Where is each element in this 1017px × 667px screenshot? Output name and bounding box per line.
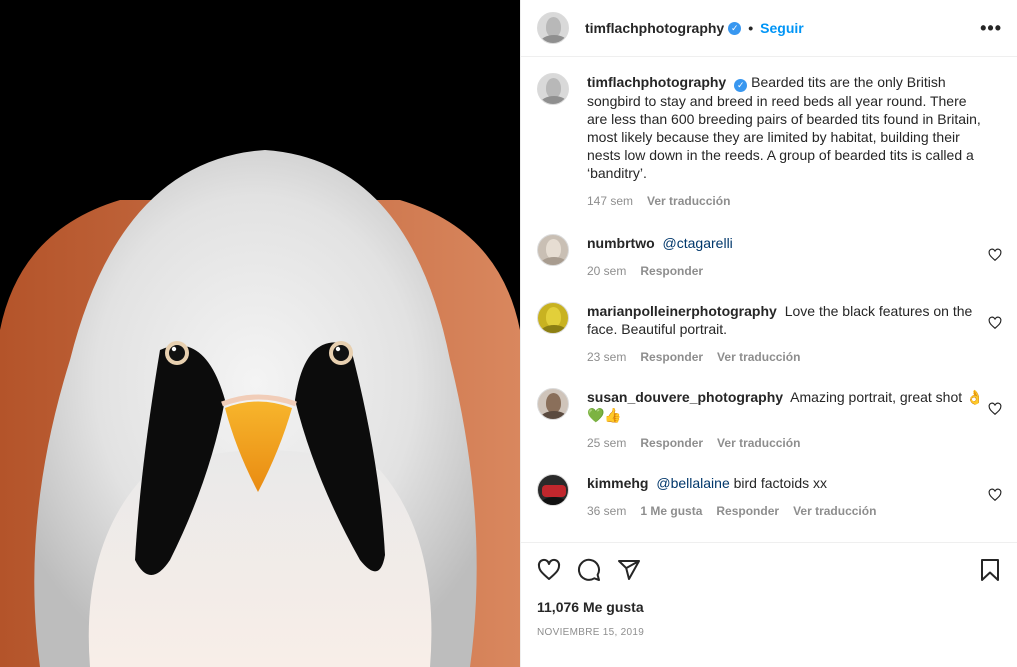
caption-username[interactable]: timflachphotography [587, 74, 726, 90]
comment-mention[interactable]: @bellalaine [656, 475, 729, 491]
caption-text: Bearded tits are the only British songbi… [587, 74, 981, 181]
comment-text: bird factoids xx [729, 475, 827, 491]
comment-username[interactable]: marianpolleinerphotography [587, 303, 777, 319]
verified-badge-icon: ✓ [728, 21, 742, 35]
comment-username[interactable]: kimmehg [587, 475, 648, 491]
comment-like-heart-icon[interactable] [988, 248, 1002, 262]
post-panel: timflachphotography ✓ • Seguir ••• timfl… [520, 0, 1017, 667]
action-icons [537, 543, 1002, 597]
comments-list[interactable]: timflachphotography ✓ Bearded tits are th… [521, 57, 1017, 542]
translate-button[interactable]: Ver traducción [717, 348, 800, 366]
comment-like-heart-icon[interactable] [988, 316, 1002, 330]
bearded-tit-photo [0, 0, 520, 667]
post-date[interactable]: NOVIEMBRE 15, 2019 [537, 627, 1002, 638]
comment-age[interactable]: 36 sem [587, 502, 626, 520]
heart-icon[interactable] [537, 558, 561, 582]
comment-icon[interactable] [577, 558, 601, 582]
reply-button[interactable]: Responder [640, 262, 703, 280]
comment-like-heart-icon[interactable] [988, 488, 1002, 502]
comment-meta: 36 sem 1 Me gusta Responder Ver traducci… [587, 502, 987, 520]
comment-like-heart-icon[interactable] [988, 402, 1002, 416]
comment-username[interactable]: numbrtwo [587, 235, 655, 251]
caption-meta: 147 sem Ver traducción [587, 192, 987, 210]
comment-item: marianpolleinerphotography Love the blac… [537, 302, 1002, 366]
comment-meta: 23 sem Responder Ver traducción [587, 348, 987, 366]
verified-badge-icon: ✓ [734, 79, 748, 92]
separator-dot: • [748, 20, 754, 36]
likes-count[interactable]: 11,076 Me gusta [537, 599, 1002, 615]
share-icon[interactable] [617, 558, 641, 582]
caption-age[interactable]: 147 sem [587, 192, 633, 210]
post-actions: 11,076 Me gusta NOVIEMBRE 15, 2019 [521, 542, 1017, 667]
bookmark-icon[interactable] [978, 558, 1002, 582]
comment-age[interactable]: 20 sem [587, 262, 626, 280]
author-username[interactable]: timflachphotography [585, 20, 724, 36]
comment-meta: 25 sem Responder Ver traducción [587, 434, 987, 452]
comment-item: kimmehg @bellalaine bird factoids xx 36 … [537, 474, 1002, 520]
translate-button[interactable]: Ver traducción [793, 502, 876, 520]
commenter-avatar[interactable] [537, 234, 569, 266]
comment-mention[interactable]: @ctagarelli [663, 235, 733, 251]
translate-button[interactable]: Ver traducción [717, 434, 800, 452]
post-header: timflachphotography ✓ • Seguir ••• [521, 0, 1017, 57]
reply-button[interactable]: Responder [640, 434, 703, 452]
commenter-avatar[interactable] [537, 474, 569, 506]
comment-item: numbrtwo @ctagarelli 20 sem Responder [537, 234, 1002, 280]
comment-item: susan_douvere_photography Amazing portra… [537, 388, 1002, 452]
comment-age[interactable]: 23 sem [587, 348, 626, 366]
comment-likes-count[interactable]: 1 Me gusta [640, 502, 702, 520]
follow-button[interactable]: Seguir [760, 20, 804, 36]
translate-button[interactable]: Ver traducción [647, 192, 730, 210]
reply-button[interactable]: Responder [716, 502, 779, 520]
comment-age[interactable]: 25 sem [587, 434, 626, 452]
post-photo[interactable] [0, 0, 520, 667]
comment-meta: 20 sem Responder [587, 262, 987, 280]
author-avatar[interactable] [537, 12, 569, 44]
commenter-avatar[interactable] [537, 388, 569, 420]
reply-button[interactable]: Responder [640, 348, 703, 366]
author-avatar[interactable] [537, 73, 569, 105]
commenter-avatar[interactable] [537, 302, 569, 334]
more-options-icon[interactable]: ••• [980, 18, 1002, 39]
caption: timflachphotography ✓ Bearded tits are th… [537, 73, 1002, 210]
comment-username[interactable]: susan_douvere_photography [587, 389, 783, 405]
